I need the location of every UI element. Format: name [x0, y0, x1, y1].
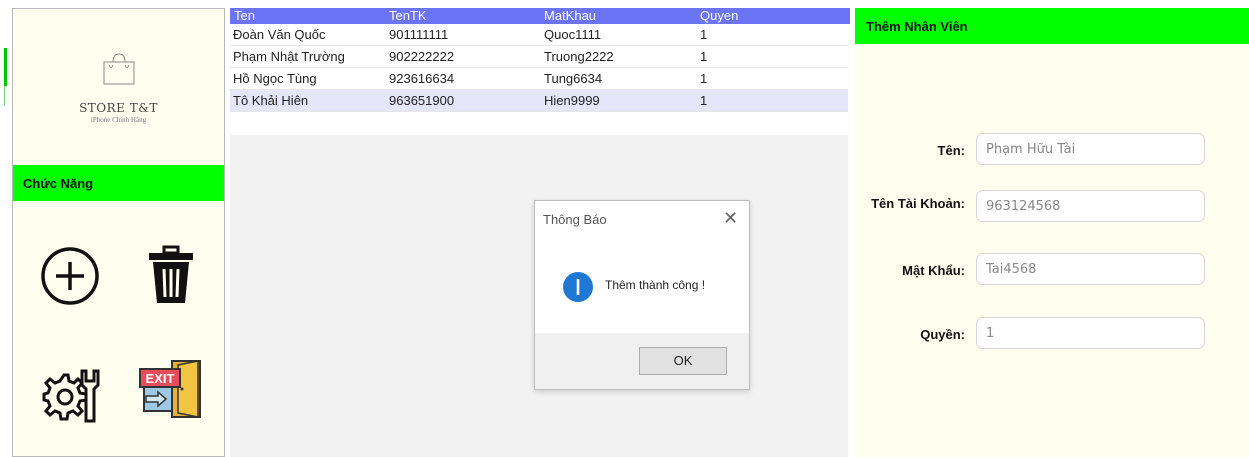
- dialog-title: Thông Báo: [543, 212, 607, 227]
- column-header-matkhau[interactable]: MatKhau: [542, 8, 698, 24]
- settings-tools-icon: [42, 369, 100, 423]
- cell-quyen: 1: [700, 71, 708, 86]
- cell-tentk: 902222222: [389, 49, 455, 64]
- role-label: Quyền:: [920, 327, 965, 342]
- add-employee-panel: Thêm Nhân Viên Tên: Tên Tài Khoản: Mật K…: [855, 8, 1249, 457]
- close-icon[interactable]: ✕: [723, 208, 738, 229]
- cell-ten: Phạm Nhật Trường: [233, 49, 345, 64]
- cell-quyen: 1: [700, 93, 708, 108]
- table-row[interactable]: Hồ Ngọc Tùng 923616634 Tung6634 1: [230, 68, 848, 90]
- trash-icon: [149, 245, 193, 303]
- cell-ten: Đoàn Văn Quốc: [233, 27, 326, 42]
- function-header: Chức Năng: [13, 165, 224, 201]
- cell-quyen: 1: [700, 49, 708, 64]
- store-name: STORE T&T: [79, 101, 158, 115]
- edit-button[interactable]: [42, 363, 102, 425]
- dialog-message: Thêm thành công !: [605, 278, 706, 292]
- name-input[interactable]: [976, 133, 1205, 165]
- username-input[interactable]: [976, 190, 1205, 222]
- cell-quyen: 1: [700, 27, 708, 42]
- role-input[interactable]: [976, 317, 1205, 349]
- left-panel: STORE T&T iPhone Chính Hãng Chức Năng EX…: [12, 8, 225, 457]
- password-label: Mật Khẩu:: [902, 263, 965, 278]
- cell-tentk: 923616634: [389, 71, 455, 86]
- add-circle-icon: [41, 247, 99, 305]
- table-row[interactable]: Đoàn Văn Quốc 901111111 Quoc1111 1: [230, 24, 848, 46]
- username-label: Tên Tài Khoản:: [871, 196, 965, 211]
- ok-button[interactable]: OK: [639, 347, 727, 375]
- cell-ten: Tô Khải Hiên: [233, 93, 309, 108]
- column-header-tentk[interactable]: TenTK: [387, 8, 542, 24]
- cell-tentk: 963651900: [389, 93, 455, 108]
- table-row[interactable]: Phạm Nhật Trường 902222222 Truong2222 1: [230, 46, 848, 68]
- cell-matkhau: Truong2222: [544, 49, 614, 64]
- add-employee-title: Thêm Nhân Viên: [866, 19, 968, 34]
- cell-matkhau: Tung6634: [544, 71, 603, 86]
- window-accent-bar: [4, 48, 7, 86]
- store-tagline: iPhone Chính Hãng: [90, 116, 147, 124]
- cell-ten: Hồ Ngọc Tùng: [233, 71, 317, 86]
- name-label: Tên:: [937, 143, 965, 158]
- employee-table[interactable]: Ten TenTK MatKhau Quyen Đoàn Văn Quốc 90…: [230, 8, 850, 135]
- info-icon: [563, 272, 593, 302]
- shopping-bag-icon: [103, 53, 135, 85]
- delete-button[interactable]: [146, 245, 196, 307]
- function-title: Chức Năng: [23, 176, 94, 191]
- exit-button[interactable]: EXIT: [138, 359, 202, 419]
- exit-icon-label: EXIT: [146, 371, 175, 386]
- exit-door-icon: EXIT: [139, 360, 201, 418]
- column-header-quyen[interactable]: Quyen: [698, 8, 850, 24]
- window-accent-line: [4, 86, 5, 106]
- column-header-ten[interactable]: Ten: [230, 8, 387, 24]
- logo-box: STORE T&T iPhone Chính Hãng: [13, 9, 224, 166]
- add-button[interactable]: [39, 245, 101, 307]
- cell-matkhau: Hien9999: [544, 93, 600, 108]
- message-dialog: Thông Báo ✕ Thêm thành công ! OK: [534, 200, 750, 390]
- cell-tentk: 901111111: [389, 27, 449, 42]
- table-row-selected[interactable]: Tô Khải Hiên 963651900 Hien9999 1: [230, 90, 848, 112]
- add-employee-header: Thêm Nhân Viên: [855, 8, 1249, 44]
- password-input[interactable]: [976, 253, 1205, 285]
- cell-matkhau: Quoc1111: [544, 27, 602, 42]
